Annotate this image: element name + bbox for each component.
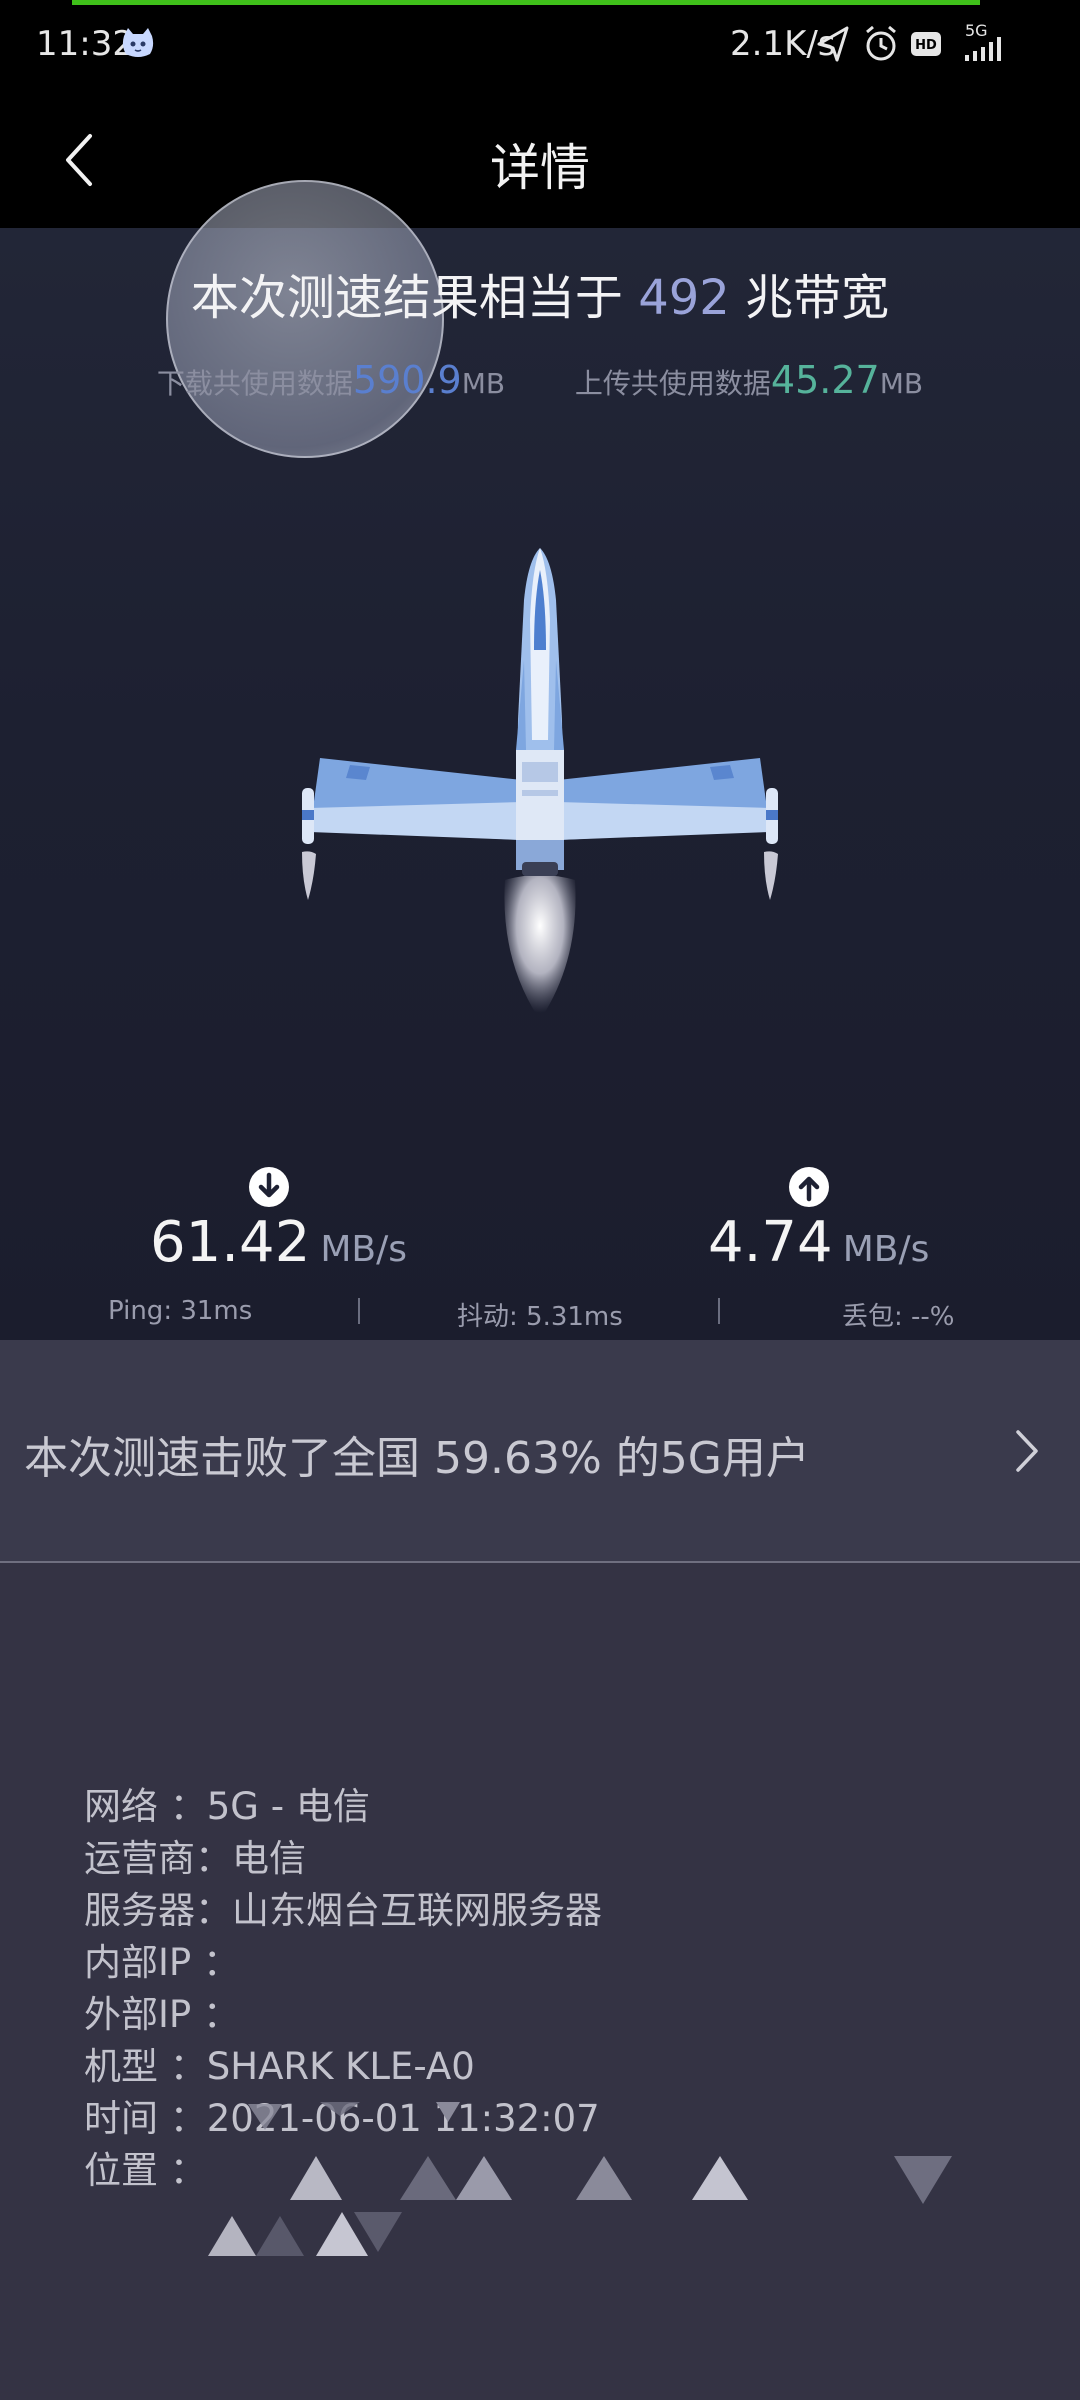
upload-used-unit: MB [879,367,924,400]
bandwidth-value: 492 [638,270,730,326]
upload-used-label: 上传共使用数据 [574,367,771,400]
svg-text:HD: HD [915,38,937,53]
info-internal-ip: 内部IP ： [84,1941,240,1984]
stat-divider [718,1298,720,1324]
info-server: 服务器：山东烟台互联网服务器 [84,1889,602,1932]
headline-prefix: 本次测速结果相当于 [190,270,623,326]
upload-speed: 4.74 MB/s [708,1210,929,1275]
triangle-pattern-decoration [208,2102,952,2256]
svg-text:5G: 5G [965,22,988,40]
packet-loss-stat: 丢包: --% [842,1302,955,1332]
ping-stat: Ping: 31ms [108,1296,253,1326]
download-speed-unit: MB/s [320,1229,407,1270]
ranking-text: 本次测速击败了全国 59.63% 的5G用户 [24,1433,810,1484]
download-speed-value: 61.42 [150,1210,311,1275]
info-network: 网络 ：5G - 电信 [84,1785,370,1828]
network-stats-row: Ping: 31ms 抖动: 5.31ms 丢包: --% [0,1296,1080,1336]
download-speed: 61.42 MB/s [150,1210,407,1275]
download-used-value: 590.9 [352,358,462,402]
stat-divider [358,1298,360,1324]
upload-speed-value: 4.74 [708,1210,833,1275]
jet-illustration [302,548,778,1020]
headline-suffix: 兆带宽 [745,270,890,326]
signal-icon: 5G [965,22,1001,61]
info-external-ip: 外部IP ： [84,1993,240,2036]
upload-arrow-icon [789,1167,829,1207]
download-arrow-icon [249,1167,289,1207]
info-model: 机型 ：SHARK KLE-A0 [84,2045,475,2088]
alarm-icon [866,25,896,61]
info-location: 位置 ： [84,2149,207,2192]
upload-used-value: 45.27 [770,358,880,402]
hd-icon: HD [911,32,941,56]
download-used-unit: MB [461,367,506,400]
data-usage-summary: 下载共使用数据590.9MB 上传共使用数据45.27MB [0,358,1080,402]
info-carrier: 运营商：电信 [84,1837,306,1880]
bandwidth-headline: 本次测速结果相当于 492 兆带宽 [0,258,1080,328]
jitter-stat: 抖动: 5.31ms [457,1302,623,1332]
chevron-right-icon[interactable] [1006,1426,1046,1476]
status-icons: HD 5G [817,22,1001,62]
page-load-progress [72,0,980,5]
cat-app-icon [122,28,154,57]
page-title: 详情 [490,139,590,197]
download-used-label: 下载共使用数据 [156,367,353,400]
upload-speed-unit: MB/s [842,1229,930,1270]
location-arrow-icon [817,26,849,62]
